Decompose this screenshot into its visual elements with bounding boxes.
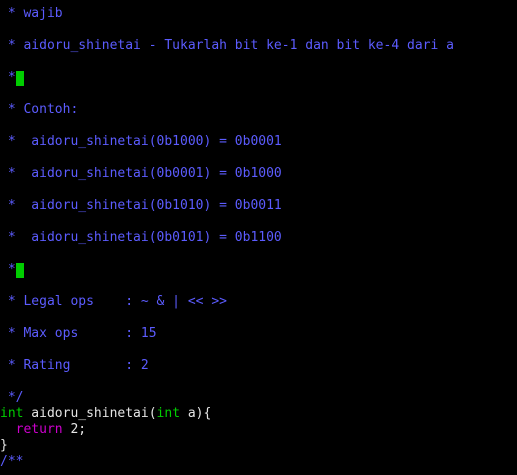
comment-line-rating: * Rating : 2 (0, 358, 149, 374)
text-cursor (15, 263, 24, 278)
code-line-function-signature: int aidoru_shinetai(int a){ (0, 406, 211, 422)
type-keyword: int (0, 406, 24, 421)
comment-text: */ (0, 390, 24, 405)
comment-text: * wajib (0, 6, 63, 21)
comment-line-example-2: * aidoru_shinetai(0b0001) = 0b1000 (0, 166, 282, 182)
comment-text: * aidoru_shinetai - Tukarlah bit ke-1 da… (0, 38, 454, 53)
close-brace: } (0, 438, 8, 453)
comment-text: * Legal ops : ~ & | << >> (0, 294, 227, 309)
code-line-return: return 2; (0, 422, 86, 438)
comment-text: /** (0, 454, 24, 469)
terminal-editor[interactable]: * wajib * aidoru_shinetai - Tukarlah bit… (0, 0, 517, 475)
function-name: aidoru_shinetai( (23, 406, 157, 421)
code-line-close-brace: } (0, 438, 8, 454)
comment-line-max-ops: * Max ops : 15 (0, 326, 157, 342)
return-keyword: return (15, 422, 63, 437)
comment-line-example-1: * aidoru_shinetai(0b1000) = 0b0001 (0, 134, 282, 150)
comment-line-contoh: * Contoh: (0, 102, 78, 118)
comment-end: */ (0, 390, 24, 406)
comment-line-blank-1: * (0, 70, 24, 86)
comment-line-legal-ops: * Legal ops : ~ & | << >> (0, 294, 227, 310)
comment-line-description: * aidoru_shinetai - Tukarlah bit ke-1 da… (0, 38, 454, 54)
next-comment-start: /** (0, 454, 23, 470)
comment-text: * aidoru_shinetai(0b1010) = 0b0011 (0, 198, 282, 213)
param-name: a){ (180, 406, 212, 421)
comment-text: * aidoru_shinetai(0b0001) = 0b1000 (0, 166, 282, 181)
comment-text: * Contoh: (0, 102, 79, 117)
return-value: 2; (62, 422, 87, 437)
comment-text: * aidoru_shinetai(0b0101) = 0b1100 (0, 230, 282, 245)
text-cursor (15, 71, 24, 86)
param-type-keyword: int (156, 406, 181, 421)
comment-text: * (0, 70, 16, 85)
comment-text: * aidoru_shinetai(0b1000) = 0b0001 (0, 134, 282, 149)
comment-line-wajib: * wajib (0, 6, 63, 22)
comment-text: * (0, 262, 16, 277)
comment-line-example-3: * aidoru_shinetai(0b1010) = 0b0011 (0, 198, 282, 214)
comment-text: * Max ops : 15 (0, 326, 157, 341)
comment-text: * Rating : 2 (0, 358, 149, 373)
comment-line-blank-2: * (0, 262, 24, 278)
comment-line-example-4: * aidoru_shinetai(0b0101) = 0b1100 (0, 230, 282, 246)
